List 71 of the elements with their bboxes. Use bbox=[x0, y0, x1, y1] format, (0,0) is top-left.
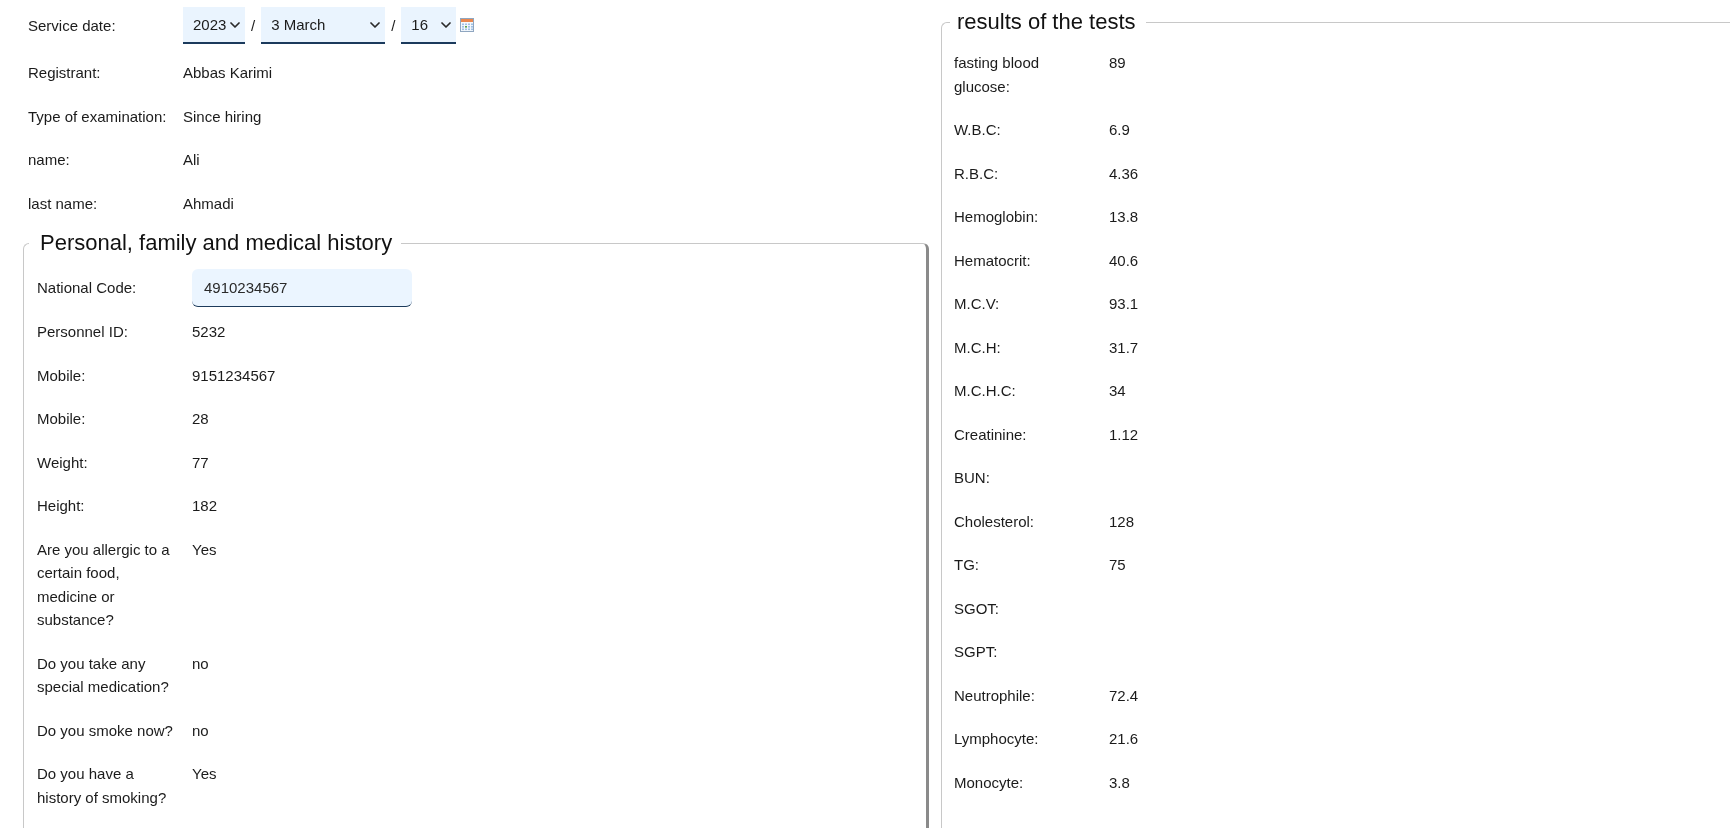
field-label: SGOT: bbox=[954, 598, 1000, 619]
field-label: Mobile: bbox=[37, 409, 87, 429]
field-label: Do you have a history of smoking? bbox=[37, 764, 168, 808]
field-label: last name: bbox=[28, 193, 99, 214]
field-label: National Code: bbox=[37, 278, 138, 299]
field-label: Do you smoke now? bbox=[37, 720, 174, 741]
field-label: R.B.C: bbox=[954, 163, 1000, 184]
field-label: Lymphocyte: bbox=[954, 729, 1040, 749]
field-label: Hematocrit: bbox=[954, 250, 1032, 271]
field-value: 5232 bbox=[192, 322, 226, 342]
date-dropdown[interactable]: 2023 bbox=[183, 7, 245, 44]
field-value: Ali bbox=[183, 150, 200, 170]
chevron-down-icon bbox=[370, 21, 381, 28]
field-value: 6.9 bbox=[1109, 120, 1130, 140]
chevron-down-icon bbox=[441, 21, 452, 28]
field-label: Type of examination: bbox=[28, 106, 168, 127]
field-label: Monocyte: bbox=[954, 772, 1025, 793]
date-separator: / bbox=[391, 16, 396, 36]
calendar-icon[interactable] bbox=[460, 18, 475, 32]
field-label: Mobile: bbox=[37, 365, 87, 386]
field-value: Yes bbox=[192, 764, 217, 784]
field-value: 93.1 bbox=[1109, 294, 1139, 314]
field-label: Cholesterol: bbox=[954, 511, 1036, 532]
field-value: 3.8 bbox=[1109, 772, 1130, 793]
field-label: Service date: bbox=[28, 15, 117, 36]
field-value: Ahmadi bbox=[183, 193, 234, 214]
field-value: Yes bbox=[192, 539, 217, 560]
field-label: Registrant: bbox=[28, 63, 102, 83]
field-label: Neutrophile: bbox=[954, 685, 1036, 706]
field-value: 40.6 bbox=[1109, 250, 1139, 271]
field-label: Do you take any special medication? bbox=[37, 653, 170, 697]
field-label: Height: bbox=[37, 496, 86, 516]
field-value: 31.7 bbox=[1109, 337, 1139, 358]
field-value: 9151234567 bbox=[192, 365, 276, 386]
field-label: TG: bbox=[954, 555, 980, 575]
field-label: Personnel ID: bbox=[37, 322, 129, 342]
field-value: 89 bbox=[1109, 53, 1126, 73]
date-dropdown[interactable]: 3 March bbox=[261, 7, 386, 44]
field-label: W.B.C: bbox=[954, 120, 1002, 140]
section-title: Personal, family and medical history bbox=[39, 230, 394, 256]
field-value: 4.36 bbox=[1109, 163, 1139, 184]
section-title: results of the tests bbox=[956, 9, 1137, 35]
field-value: 72.4 bbox=[1109, 685, 1139, 706]
date-dropdown[interactable]: 16 bbox=[401, 7, 457, 44]
field-label: M.C.H: bbox=[954, 337, 1002, 358]
field-label: SGPT: bbox=[954, 642, 999, 662]
field-value: 182 bbox=[192, 496, 218, 516]
date-separator: / bbox=[251, 16, 256, 36]
field-value: 28 bbox=[192, 409, 209, 429]
field-value: 75 bbox=[1109, 555, 1126, 575]
field-label: Weight: bbox=[37, 452, 89, 473]
input-field[interactable]: 4910234567 bbox=[192, 269, 412, 307]
field-value: Abbas Karimi bbox=[183, 63, 273, 83]
field-value: 13.8 bbox=[1109, 207, 1139, 227]
field-label: M.C.H.C: bbox=[954, 381, 1017, 401]
field-label: Hemoglobin: bbox=[954, 207, 1040, 227]
chevron-down-icon bbox=[230, 21, 241, 28]
field-value: 77 bbox=[192, 452, 209, 473]
field-value: 21.6 bbox=[1109, 729, 1139, 749]
field-value: Since hiring bbox=[183, 106, 262, 127]
field-label: name: bbox=[28, 150, 71, 170]
field-label: fasting blood glucose: bbox=[954, 53, 1041, 97]
field-value: 34 bbox=[1109, 381, 1126, 401]
field-label: M.C.V: bbox=[954, 294, 1001, 314]
field-value: 1.12 bbox=[1109, 424, 1139, 445]
field-value: no bbox=[192, 720, 209, 741]
field-value: 128 bbox=[1109, 511, 1135, 532]
field-label: Creatinine: bbox=[954, 424, 1028, 445]
field-label: Are you allergic to a certain food, medicine or substance? bbox=[37, 539, 171, 630]
field-value: no bbox=[192, 653, 209, 674]
field-label: BUN: bbox=[954, 468, 991, 488]
